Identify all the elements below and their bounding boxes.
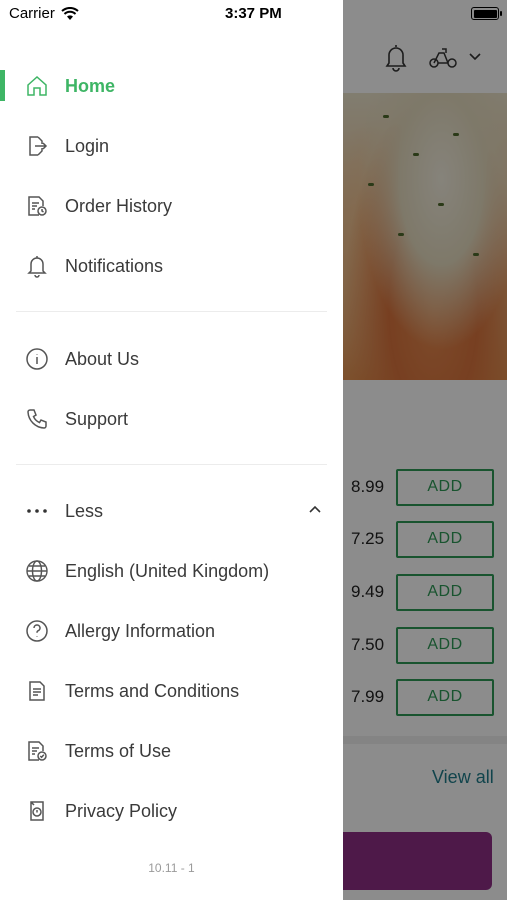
phone-icon [24, 406, 50, 432]
menu-item-allergy-information[interactable]: Allergy Information [0, 607, 343, 655]
menu-item-terms-and-conditions[interactable]: Terms and Conditions [0, 667, 343, 715]
battery-icon [471, 7, 502, 20]
more-dots-icon [24, 498, 50, 524]
menu-label: Notifications [65, 255, 164, 276]
menu-label: Order History [65, 195, 173, 216]
drawer-scrim[interactable] [343, 0, 507, 900]
menu-label: Terms of Use [65, 740, 172, 761]
menu-item-language[interactable]: English (United Kingdom) [0, 547, 343, 595]
app-version: 10.11 - 1 [148, 861, 195, 875]
menu-label: Privacy Policy [65, 800, 178, 821]
menu-label: Terms and Conditions [65, 680, 240, 701]
chevron-up-icon [305, 499, 325, 519]
menu-label: English (United Kingdom) [65, 560, 270, 581]
document-icon [24, 678, 50, 704]
menu-label: Home [65, 75, 116, 96]
home-icon [24, 73, 50, 99]
document-check-icon [24, 738, 50, 764]
login-icon [24, 133, 50, 159]
info-icon [24, 346, 50, 372]
menu-label: Support [65, 408, 129, 429]
menu-item-login[interactable]: Login [0, 122, 343, 170]
globe-icon [24, 558, 50, 584]
bell-icon [24, 253, 50, 279]
menu-label: Allergy Information [65, 620, 216, 641]
status-time: 3:37 PM [225, 5, 282, 22]
carrier-label: Carrier [9, 5, 55, 22]
menu-item-notifications[interactable]: Notifications [0, 242, 343, 290]
menu-item-support[interactable]: Support [0, 395, 343, 443]
menu-item-about-us[interactable]: About Us [0, 335, 343, 383]
menu-item-order-history[interactable]: Order History [0, 182, 343, 230]
privacy-icon [24, 798, 50, 824]
menu-label: Less [65, 500, 104, 521]
order-history-icon [24, 193, 50, 219]
menu-label: Login [65, 135, 110, 156]
question-icon [24, 618, 50, 644]
menu-item-home[interactable]: Home [0, 62, 343, 110]
menu-item-privacy-policy[interactable]: Privacy Policy [0, 787, 343, 835]
menu-divider [16, 311, 327, 312]
menu-item-terms-of-use[interactable]: Terms of Use [0, 727, 343, 775]
wifi-icon [61, 6, 79, 21]
carrier-info: Carrier [9, 5, 79, 22]
navigation-drawer: Home Login Order History Notifications A… [0, 0, 343, 900]
menu-divider [16, 464, 327, 465]
menu-toggle-less[interactable]: Less [0, 487, 343, 535]
status-bar: Carrier 3:37 PM [0, 0, 507, 28]
menu-label: About Us [65, 348, 140, 369]
